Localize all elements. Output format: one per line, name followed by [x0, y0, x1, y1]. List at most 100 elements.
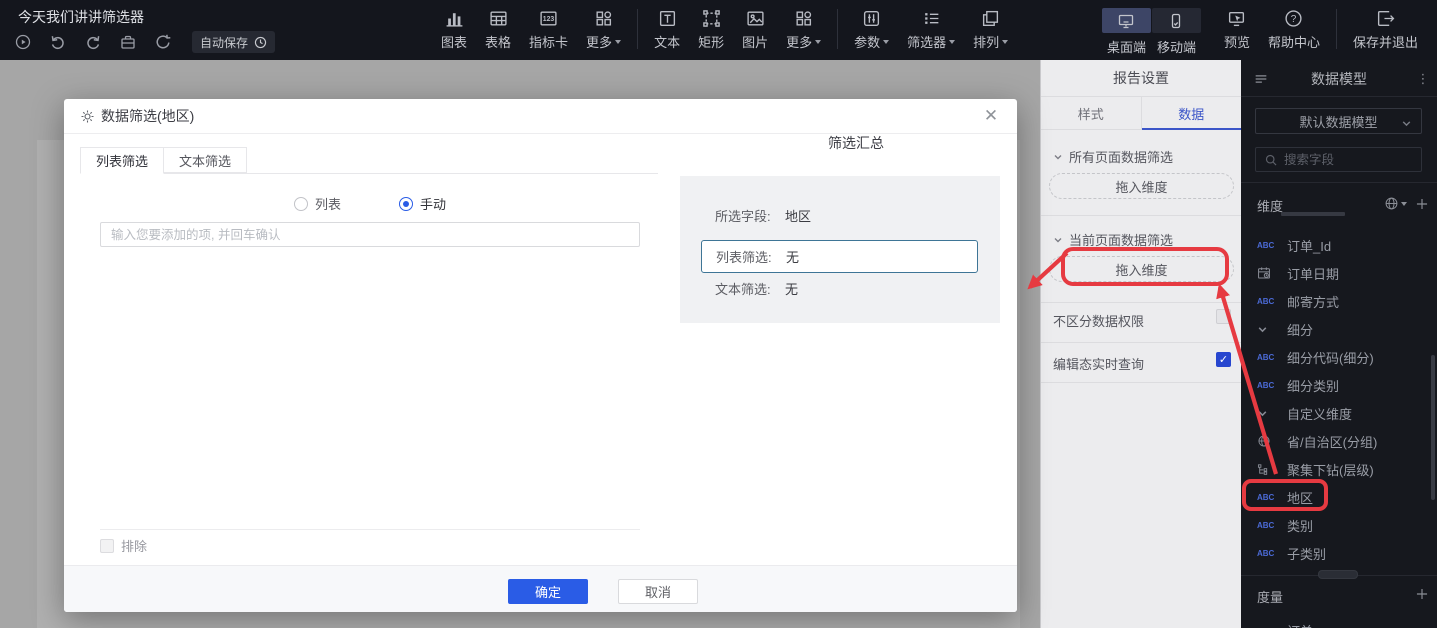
- toolbar-parameters-button[interactable]: 参数: [845, 8, 898, 51]
- exclude-checkbox-row[interactable]: 排除: [100, 536, 147, 555]
- exclude-label: 排除: [121, 536, 147, 555]
- report-title: 今天我们讲讲筛选器: [18, 7, 144, 27]
- save-exit-label: 保存并退出: [1353, 32, 1418, 51]
- cancel-button[interactable]: 取消: [618, 579, 698, 604]
- geo-role-icon[interactable]: [1384, 196, 1407, 211]
- section-all-pages-filter[interactable]: 所有页面数据筛选: [1053, 147, 1173, 166]
- abc-icon: ABC: [1257, 521, 1279, 530]
- field-row-category[interactable]: ABC类别: [1241, 511, 1437, 539]
- text-icon: [658, 8, 677, 28]
- scrollbar-thumb[interactable]: [1431, 355, 1435, 500]
- format-painter-icon[interactable]: [119, 33, 137, 51]
- tab-list-filter[interactable]: 列表筛选: [80, 147, 164, 174]
- toolbar-divider: [1336, 9, 1337, 49]
- save-exit-button[interactable]: 保存并退出: [1344, 8, 1427, 51]
- field-row-drill-hierarchy[interactable]: 聚集下钻(层级): [1241, 455, 1437, 483]
- toolbar-rectangle-button[interactable]: 矩形: [689, 8, 733, 51]
- divider: [1241, 575, 1437, 576]
- right-toolbar: 桌面端 移动端 预览 ? 帮助中心: [1102, 8, 1427, 56]
- add-item-input[interactable]: [100, 222, 640, 247]
- toolbar-divider: [837, 9, 838, 49]
- abc-icon: ABC: [1257, 381, 1279, 390]
- toolbar-more-visuals-button[interactable]: 更多: [577, 8, 630, 51]
- add-measure-icon[interactable]: [1415, 587, 1429, 601]
- exclude-checkbox[interactable]: [100, 539, 114, 553]
- field-row-sub-category[interactable]: ABC子类别: [1241, 539, 1437, 567]
- toolbar-chart-button[interactable]: 图表: [432, 8, 476, 51]
- toolbar-image-button[interactable]: 图片: [733, 8, 777, 51]
- caret-down-icon: [949, 40, 955, 44]
- add-dimension-icon[interactable]: [1415, 197, 1429, 211]
- chevron-down-icon: [1257, 324, 1279, 335]
- svg-text:?: ?: [1291, 13, 1297, 24]
- ok-button[interactable]: 确定: [508, 579, 588, 604]
- kebab-menu-icon[interactable]: ⋮: [1413, 69, 1433, 89]
- redo-icon[interactable]: [84, 33, 102, 51]
- toolbar-kpi-card-button[interactable]: 123指标卡: [520, 8, 577, 51]
- toolbar-arrange-button[interactable]: 排列: [964, 8, 1017, 51]
- help-icon: ?: [1284, 8, 1303, 28]
- preview-button[interactable]: 预览: [1215, 8, 1259, 51]
- device-mobile-button[interactable]: 移动端: [1152, 8, 1201, 56]
- field-row-order-group[interactable]: 订单: [1241, 616, 1437, 628]
- filters-icon: [922, 8, 941, 28]
- field-row-ship-mode[interactable]: ABC邮寄方式: [1241, 287, 1437, 315]
- summary-row-text-filter: 文本筛选: 无: [680, 279, 1000, 298]
- toolbar-table-button[interactable]: 表格: [476, 8, 520, 51]
- radio-icon: [399, 197, 413, 211]
- filter-tabs: 列表筛选 文本筛选: [80, 147, 247, 173]
- field-row-segment-code[interactable]: ABC细分代码(细分): [1241, 343, 1437, 371]
- divider: [100, 529, 640, 530]
- field-search-input[interactable]: [1284, 153, 1413, 167]
- globe-icon: [1257, 434, 1279, 448]
- history-toolbar: 自动保存: [14, 31, 275, 53]
- refresh-icon[interactable]: [154, 33, 172, 51]
- tab-style[interactable]: 样式: [1041, 97, 1141, 129]
- field-row-segment-group[interactable]: 细分: [1241, 315, 1437, 343]
- tab-data[interactable]: 数据: [1141, 97, 1242, 129]
- ignore-data-permission-label: 不区分数据权限: [1053, 311, 1144, 330]
- toolbar-text-button[interactable]: 文本: [645, 8, 689, 51]
- help-center-button[interactable]: ? 帮助中心: [1259, 8, 1329, 51]
- collapse-panel-icon[interactable]: [1251, 69, 1271, 89]
- parameters-icon: [862, 8, 881, 28]
- settings-panel-title: 报告设置: [1041, 60, 1241, 97]
- field-row-order-id[interactable]: ABC订单_Id: [1241, 231, 1437, 259]
- data-model-panel: 数据模型 ⋮ 默认数据模型 维度 ABC订单_Id订单日期ABC邮寄方式细分AB…: [1241, 60, 1437, 628]
- field-row-region[interactable]: ABC地区: [1241, 483, 1437, 511]
- chevron-down-icon: [1053, 235, 1063, 245]
- close-icon[interactable]: ✕: [981, 106, 1001, 126]
- play-history-icon[interactable]: [14, 33, 32, 51]
- undo-icon[interactable]: [49, 33, 67, 51]
- toolbar-more-elements-button[interactable]: 更多: [777, 8, 830, 51]
- more-visuals-icon: [594, 8, 613, 28]
- abc-icon: ABC: [1257, 549, 1279, 558]
- caret-down-icon: [883, 40, 889, 44]
- section-current-page-filter[interactable]: 当前页面数据筛选: [1053, 230, 1173, 249]
- dialog-footer: 确定 取消: [64, 565, 1017, 612]
- field-row-segment-category[interactable]: ABC细分类别: [1241, 371, 1437, 399]
- panel-split-handle[interactable]: [1318, 570, 1358, 579]
- toolbar-filters-button[interactable]: 筛选器: [898, 8, 964, 51]
- current-page-dropzone[interactable]: 拖入维度: [1049, 256, 1234, 282]
- data-model-selector[interactable]: 默认数据模型: [1255, 108, 1422, 134]
- device-desktop-button[interactable]: 桌面端: [1102, 8, 1151, 56]
- svg-text:123: 123: [543, 16, 555, 23]
- tab-text-filter[interactable]: 文本筛选: [163, 147, 247, 173]
- dialog-title: 数据筛选(地区): [101, 106, 194, 126]
- device-desktop-label: 桌面端: [1107, 37, 1146, 56]
- field-row-custom-dimensions-group[interactable]: 自定义维度: [1241, 399, 1437, 427]
- filter-summary-title: 筛选汇总: [696, 133, 1016, 153]
- all-pages-dropzone[interactable]: 拖入维度: [1049, 173, 1234, 199]
- field-row-order-date[interactable]: 订单日期: [1241, 259, 1437, 287]
- dimension-field-list: ABC订单_Id订单日期ABC邮寄方式细分ABC细分代码(细分)ABC细分类别自…: [1241, 231, 1437, 567]
- autosave-badge[interactable]: 自动保存: [192, 31, 275, 53]
- insert-toolbar: 图表表格123指标卡更多文本矩形图片更多参数筛选器排列: [432, 8, 1017, 51]
- field-row-province-group[interactable]: 省/自治区(分组): [1241, 427, 1437, 455]
- realtime-query-label: 编辑态实时查询: [1053, 354, 1144, 373]
- radio-list-mode[interactable]: 列表: [294, 194, 341, 213]
- summary-row-selected-field: 所选字段: 地区: [680, 206, 1000, 225]
- radio-manual-mode[interactable]: 手动: [399, 194, 446, 213]
- realtime-query-checkbox[interactable]: ✓: [1216, 352, 1231, 367]
- ignore-data-permission-checkbox[interactable]: [1216, 309, 1231, 324]
